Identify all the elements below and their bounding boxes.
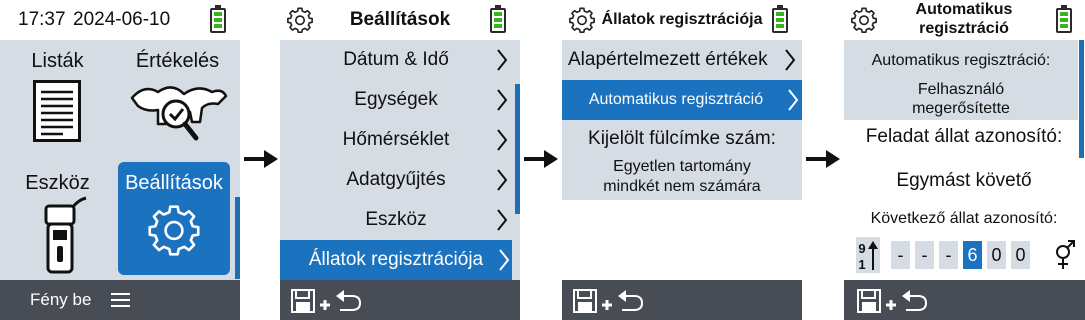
gear-icon <box>148 205 200 256</box>
tile-grid: Listák Értékelés Eszköz Beállítások <box>0 40 240 280</box>
tag-number-value: Egyetlen tartomány <box>613 158 751 175</box>
next-animal-id-field[interactable]: 9 1 - - - 6 0 0 <box>856 237 1080 273</box>
menu-icon[interactable] <box>111 293 130 308</box>
home-scrollbar[interactable] <box>235 197 240 279</box>
menu-item-default-values[interactable]: Alapértelmezett értékek <box>562 40 802 80</box>
chevron-right-icon <box>499 249 510 271</box>
menu-item-label: Állatok regisztrációja <box>308 249 484 270</box>
settings-gear-icon <box>287 7 313 33</box>
settings-scrollbar[interactable] <box>515 84 520 214</box>
menu-item-label: Hőmérséklet <box>342 129 450 150</box>
tile-device[interactable]: Eszköz <box>0 162 115 278</box>
menu-item-automatic-registration[interactable]: Automatikus regisztráció <box>562 80 802 120</box>
menu-item-label: Dátum & Idő <box>343 49 449 70</box>
svg-text:1: 1 <box>858 257 865 272</box>
chevron-right-icon <box>788 89 799 111</box>
digit-cell[interactable]: 0 <box>987 241 1006 269</box>
page-title-line2: regisztráció <box>919 20 1009 37</box>
digit-cell[interactable]: - <box>915 241 934 269</box>
settings-gear-icon <box>569 7 595 33</box>
menu-item-label: Egységek <box>354 89 438 110</box>
light-on-button[interactable]: Fény be <box>30 280 91 320</box>
flow-arrow-icon <box>244 150 278 168</box>
menu-item-animal-registration[interactable]: Állatok regisztrációja <box>280 240 512 280</box>
tile-settings[interactable]: Beállítások <box>118 162 230 275</box>
footer-bar <box>562 280 802 320</box>
status-bar: 17:37 2024-06-10 <box>0 0 240 40</box>
auto-registration-value: Felhasználó <box>917 81 1005 98</box>
chevron-right-icon <box>497 169 508 191</box>
tile-lists-label: Listák <box>31 50 84 72</box>
tile-lists[interactable]: Listák <box>0 40 115 158</box>
save-and-back-icon[interactable] <box>856 287 936 315</box>
automatic-registration-screen: Automatikus regisztráció Automatikus reg… <box>844 0 1085 320</box>
status-bar: Állatok regisztrációja <box>562 0 802 40</box>
menu-item-temperature[interactable]: Hőmérséklet <box>280 120 512 160</box>
chevron-right-icon <box>497 89 508 111</box>
document-list-icon <box>33 80 81 142</box>
menu-item-label: Kijelölt fülcímke szám: <box>588 128 776 149</box>
task-animal-id-label: Feladat állat azonosító: <box>865 126 1063 147</box>
home-screen: 17:37 2024-06-10 Listák Értékelés Eszköz… <box>0 0 240 320</box>
menu-item-units[interactable]: Egységek <box>280 80 512 120</box>
save-and-back-icon[interactable] <box>572 287 652 315</box>
flow-arrow-icon <box>524 150 558 168</box>
menu-item-data-collection[interactable]: Adatgyűjtés <box>280 160 512 200</box>
tile-settings-label: Beállítások <box>125 172 223 194</box>
menu-item-label: Automatikus regisztráció <box>588 91 764 108</box>
status-time: 17:37 <box>18 9 66 30</box>
tag-number-value-line2: mindkét nem számára <box>603 178 761 195</box>
chevron-right-icon <box>497 209 508 231</box>
menu-item-label: Eszköz <box>365 209 427 230</box>
digit-cell[interactable]: - <box>891 241 910 269</box>
animal-registration-screen: Állatok regisztrációja Alapértelmezett é… <box>562 0 802 320</box>
battery-icon <box>772 5 788 33</box>
menu-item-tag-number[interactable]: Kijelölt fülcímke szám: Egyetlen tartomá… <box>562 120 802 200</box>
settings-gear-icon <box>851 7 877 33</box>
auto-registration-setting[interactable]: Automatikus regisztráció: Felhasználó me… <box>844 40 1078 120</box>
chevron-right-icon <box>497 129 508 151</box>
footer-bar <box>280 280 520 320</box>
svg-text:9: 9 <box>858 241 865 256</box>
status-bar: Automatikus regisztráció <box>844 0 1085 40</box>
page-title: Beállítások <box>349 9 451 30</box>
auto-registration-value-line2: megerősítette <box>912 100 1010 117</box>
battery-icon <box>490 5 506 33</box>
tile-evaluation[interactable]: Értékelés <box>120 40 235 158</box>
digit-cell[interactable]: - <box>939 241 958 269</box>
digit-field: - - - 6 0 0 <box>891 241 1041 269</box>
gender-symbol-icon[interactable] <box>1052 239 1076 271</box>
menu-item-label: Alapértelmezett értékek <box>568 49 768 70</box>
footer-bar <box>844 280 1085 320</box>
menu-item-date-time[interactable]: Dátum & Idő <box>280 40 512 80</box>
tile-device-label: Eszköz <box>25 172 90 194</box>
registration-menu: Alapértelmezett értékek Automatikus regi… <box>562 40 802 200</box>
chevron-right-icon <box>785 49 796 71</box>
next-animal-id-label: Következő állat azonosító: <box>870 210 1058 227</box>
cattle-magnifier-icon <box>130 86 228 141</box>
settings-menu: Dátum & Idő Egységek Hőmérséklet Adatgyű… <box>280 40 520 280</box>
menu-item-label: Adatgyűjtés <box>346 169 446 190</box>
status-date: 2024-06-10 <box>73 9 171 30</box>
chevron-right-icon <box>497 49 508 71</box>
page-title: Automatikus <box>915 1 1013 18</box>
page-title: Állatok regisztrációja <box>601 11 763 28</box>
auto-registration-label: Automatikus regisztráció: <box>871 52 1051 69</box>
digit-cell[interactable]: 6 <box>963 241 982 269</box>
flow-arrow-icon <box>806 150 840 168</box>
footer-bar: Fény be <box>0 280 240 320</box>
save-and-back-icon[interactable] <box>290 287 370 315</box>
handheld-reader-icon <box>44 196 87 274</box>
sort-9-1-icon[interactable]: 9 1 <box>856 237 880 273</box>
tile-evaluation-label: Értékelés <box>135 50 220 72</box>
menu-item-device[interactable]: Eszköz <box>280 200 512 240</box>
status-bar: Beállítások <box>280 0 520 40</box>
task-animal-id-value[interactable]: Egymást követő <box>844 170 1084 192</box>
battery-icon <box>210 5 226 33</box>
battery-icon <box>1056 5 1072 33</box>
settings-screen: Beállítások Dátum & Idő Egységek Hőmérsé… <box>280 0 520 320</box>
digit-cell[interactable]: 0 <box>1011 241 1030 269</box>
